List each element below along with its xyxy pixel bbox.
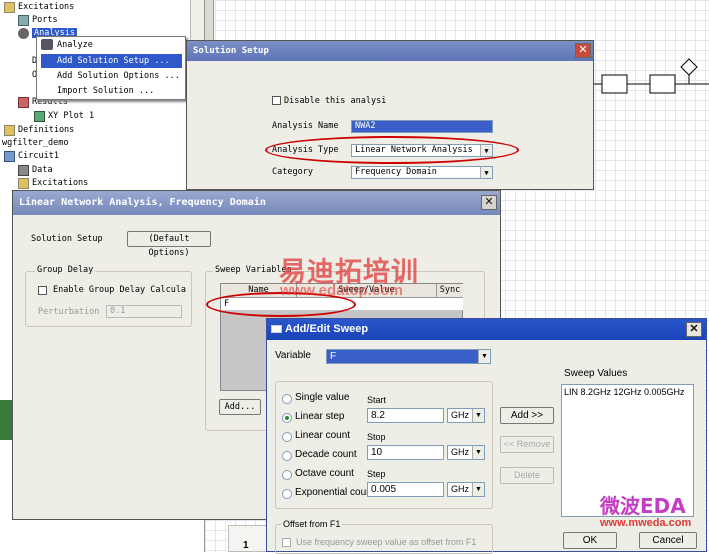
analysis-name-input[interactable]: NWA2 — [351, 120, 493, 133]
chevron-down-icon: ▼ — [478, 350, 490, 363]
linear-step-label: Linear step — [295, 411, 345, 422]
clipped-panel-left — [0, 400, 12, 440]
page-number-bar: 1 — [228, 525, 268, 552]
watermark-eda-url: www.mweda.com — [600, 517, 692, 529]
perturbation-label: Perturbation — [38, 307, 100, 317]
solution-setup-dialog: Solution Setup ✕ Disable this analysi An… — [186, 40, 594, 190]
ok-button[interactable]: OK — [563, 532, 617, 549]
step-unit-select[interactable]: GHz ▼ — [447, 482, 485, 497]
chevron-down-icon: ▼ — [472, 446, 484, 459]
enable-group-delay-checkbox[interactable] — [38, 286, 47, 295]
menu-item-analyze[interactable]: Analyze — [41, 39, 93, 50]
lna-title: Linear Network Analysis, Frequency Domai… — [13, 191, 500, 215]
menu-item-add-solution-options[interactable]: Add Solution Options ... — [57, 71, 180, 81]
offset-checkbox[interactable] — [282, 538, 291, 547]
menu-item-add-solution-setup[interactable]: Add Solution Setup ... — [41, 54, 182, 68]
add-sweep-button[interactable]: Add... — [219, 399, 261, 415]
add-button[interactable]: Add >> — [500, 407, 554, 424]
stop-input[interactable]: 10 — [367, 445, 444, 460]
tree-item-definitions[interactable]: Definitions — [4, 125, 74, 136]
radio-exponential-count[interactable] — [282, 489, 292, 499]
single-value-label: Single value — [295, 392, 350, 403]
chevron-down-icon: ▼ — [472, 483, 484, 496]
close-icon[interactable]: ✕ — [575, 43, 591, 58]
start-unit-select[interactable]: GHz ▼ — [447, 408, 485, 423]
solution-setup-label: Solution Setup — [31, 234, 103, 244]
tree-item-excitations[interactable]: Excitations — [4, 2, 74, 13]
analyze-icon — [41, 39, 53, 50]
close-icon[interactable]: ✕ — [686, 322, 702, 337]
page-number: 1 — [243, 540, 249, 551]
column-header-sync[interactable]: Sync — [437, 284, 463, 298]
red-highlight-ellipse — [265, 136, 519, 164]
category-label: Category — [272, 167, 313, 177]
step-input[interactable]: 0.005 — [367, 482, 444, 497]
remove-button[interactable]: << Remove — [500, 436, 554, 453]
octave-count-label: Octave count — [295, 468, 354, 479]
analysis-name-label: Analysis Name — [272, 121, 339, 131]
tree-item-project[interactable]: wgfilter_demo — [2, 138, 69, 148]
schematic-components — [590, 58, 709, 94]
radio-linear-step[interactable] — [282, 413, 292, 423]
context-menu[interactable]: Analyze Add Solution Setup ... Add Solut… — [36, 36, 186, 100]
radio-decade-count[interactable] — [282, 451, 292, 461]
default-options-button[interactable]: (Default Options) — [127, 231, 211, 258]
disable-checkbox[interactable] — [272, 96, 281, 105]
perturbation-input[interactable]: 0.1 — [106, 305, 182, 318]
stop-unit-select[interactable]: GHz ▼ — [447, 445, 485, 460]
cancel-button[interactable]: Cancel — [639, 532, 697, 549]
watermark-url: www.edatop.com — [280, 282, 403, 299]
tree-item-excitations-2[interactable]: Excitations — [18, 178, 88, 189]
start-input[interactable]: 8.2 — [367, 408, 444, 423]
group-delay-label: Group Delay — [35, 265, 96, 275]
tree-item-xyplot[interactable]: XY Plot 1 — [34, 111, 94, 122]
tree-item-circuit[interactable]: Circuit1 — [4, 151, 59, 162]
solution-setup-title: Solution Setup — [187, 41, 593, 61]
variable-select[interactable]: F ▼ — [326, 349, 491, 364]
radio-single-value[interactable] — [282, 394, 292, 404]
watermark-eda-logo: 微波EDA — [600, 494, 686, 518]
enable-group-delay-label: Enable Group Delay Calcula — [53, 285, 187, 295]
radio-octave-count[interactable] — [282, 470, 292, 480]
exponential-count-label: Exponential count — [295, 487, 375, 498]
linear-count-label: Linear count — [295, 430, 351, 441]
category-select[interactable]: Frequency Domain ▼ — [351, 166, 493, 179]
list-item[interactable]: LIN 8.2GHz 12GHz 0.005GHz — [564, 387, 685, 397]
sweep-values-label: Sweep Values — [564, 368, 628, 379]
offset-checkbox-label: Use frequency sweep value as offset from… — [296, 537, 477, 547]
disable-label: Disable this analysi — [284, 96, 387, 106]
group-delay-group — [25, 271, 192, 327]
variable-label: Variable — [275, 350, 311, 361]
delete-button[interactable]: Delete — [500, 467, 554, 484]
close-icon[interactable]: ✕ — [481, 195, 497, 210]
offset-group-label: Offset from F1 — [281, 519, 343, 529]
stop-label: Stop — [367, 432, 386, 442]
chevron-down-icon: ▼ — [472, 409, 484, 422]
start-label: Start — [367, 395, 387, 405]
step-label: Step — [367, 469, 386, 479]
add-edit-sweep-title: Add/Edit Sweep — [267, 319, 706, 340]
radio-linear-count[interactable] — [282, 432, 292, 442]
tree-item-ports[interactable]: Ports — [18, 15, 58, 26]
chevron-down-icon: ▼ — [480, 167, 492, 178]
menu-item-import-solution[interactable]: Import Solution ... — [57, 86, 154, 96]
window-icon — [271, 325, 282, 333]
decade-count-label: Decade count — [295, 449, 357, 460]
tree-item-data[interactable]: Data — [18, 165, 52, 176]
